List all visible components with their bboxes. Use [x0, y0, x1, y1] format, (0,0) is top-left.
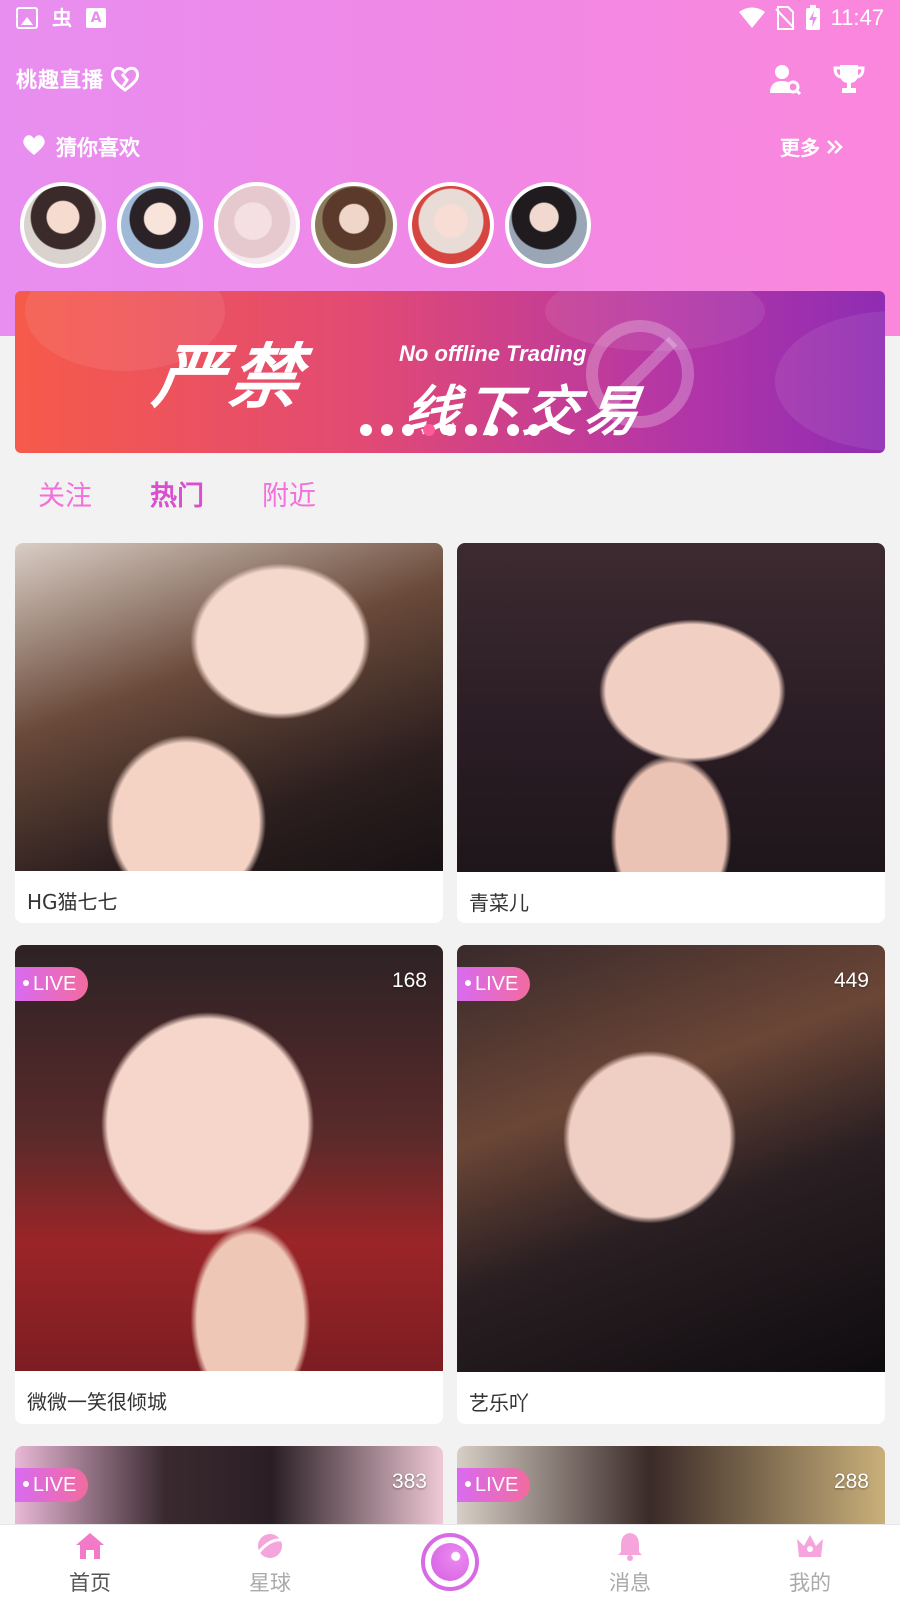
- bell-icon: [618, 1533, 642, 1561]
- tab-hot[interactable]: 热门: [150, 480, 204, 514]
- banner-pagination: [360, 424, 540, 436]
- nav-home[interactable]: 首页: [40, 1531, 140, 1597]
- nav-label: 首页: [69, 1571, 111, 1595]
- a-icon: A: [86, 8, 106, 28]
- avatar[interactable]: [505, 182, 591, 268]
- avatar[interactable]: [311, 182, 397, 268]
- viewer-count: 168: [391, 969, 427, 992]
- crown-icon: [797, 1535, 823, 1557]
- banner-dot[interactable]: [360, 424, 372, 436]
- viewer-count: 383: [391, 1470, 427, 1493]
- live-badge: LIVE: [15, 1468, 89, 1502]
- user-search-icon[interactable]: [768, 62, 802, 96]
- streamer-card[interactable]: LIVE 168 微微一笑很倾城: [15, 945, 443, 1424]
- banner-headline: 严禁: [148, 336, 312, 418]
- bug-icon: 虫: [52, 6, 72, 30]
- nav-label: 星球: [249, 1571, 291, 1595]
- streamer-name: 微微一笑很倾城: [27, 1390, 167, 1414]
- nav-planet[interactable]: 星球: [220, 1531, 320, 1597]
- guess-you-like-header: 猜你喜欢 更多: [22, 130, 878, 164]
- banner-dot[interactable]: [528, 424, 540, 436]
- heart-icon: [23, 135, 45, 155]
- streamer-card[interactable]: LIVE 449 艺乐吖: [457, 945, 885, 1424]
- banner-dot[interactable]: [486, 424, 498, 436]
- live-badge: LIVE: [457, 1468, 531, 1502]
- app-title: 桃趣直播: [16, 67, 104, 92]
- streamer-name: 青菜儿: [469, 891, 529, 915]
- streamer-photo: [457, 543, 885, 872]
- tab-nearby[interactable]: 附近: [262, 480, 316, 514]
- banner-dot[interactable]: [507, 424, 519, 436]
- streamer-card[interactable]: HG猫七七: [15, 543, 443, 923]
- live-badge: LIVE: [457, 967, 531, 1001]
- banner-english-text: No offline Trading: [399, 341, 587, 366]
- banner-dot[interactable]: [402, 424, 414, 436]
- banner-dot[interactable]: [465, 424, 477, 436]
- avatar[interactable]: [214, 182, 300, 268]
- nav-messages[interactable]: 消息: [580, 1531, 680, 1597]
- live-camera-icon[interactable]: [421, 1533, 479, 1591]
- logo-heart-icon: [110, 66, 140, 92]
- avatar[interactable]: [20, 182, 106, 268]
- streamer-photo: [15, 945, 443, 1371]
- clock: 11:47: [830, 5, 884, 30]
- header-background: [0, 0, 900, 336]
- home-icon: [76, 1533, 104, 1559]
- streamer-name: 艺乐吖: [469, 1391, 529, 1415]
- streamer-name: HG猫七七: [27, 890, 118, 914]
- viewer-count: 449: [833, 969, 869, 992]
- bottom-nav: 首页 星球 消息 我的: [0, 1524, 900, 1600]
- banner-dot[interactable]: [423, 424, 435, 436]
- more-link[interactable]: 更多: [780, 132, 844, 161]
- battery-charging-icon: [805, 5, 820, 30]
- feed-tabs: 关注 热门 附近: [38, 480, 316, 514]
- status-bar: 虫 A 11:47: [0, 0, 900, 38]
- nav-label: 消息: [609, 1571, 651, 1595]
- wifi-icon: [738, 7, 765, 28]
- banner-dot[interactable]: [381, 424, 393, 436]
- avatar[interactable]: [117, 182, 203, 268]
- banner-dot[interactable]: [444, 424, 456, 436]
- planet-icon: [257, 1534, 282, 1558]
- streamer-card[interactable]: 青菜儿: [457, 543, 885, 923]
- nav-me[interactable]: 我的: [760, 1531, 860, 1597]
- recommended-avatars: [20, 182, 591, 268]
- streamer-photo: [457, 945, 885, 1372]
- streamer-photo: [15, 543, 443, 871]
- more-label: 更多: [780, 136, 820, 160]
- image-icon: [16, 7, 38, 29]
- promo-banner[interactable]: 严禁 No offline Trading 线下交易: [15, 291, 885, 453]
- live-badge: LIVE: [15, 967, 89, 1001]
- no-sim-icon: [774, 6, 795, 30]
- tab-follow[interactable]: 关注: [38, 480, 92, 514]
- viewer-count: 288: [833, 1470, 869, 1493]
- guess-title: 猜你喜欢: [56, 136, 140, 160]
- avatar[interactable]: [408, 182, 494, 268]
- double-chevron-right-icon: [827, 139, 843, 154]
- nav-label: 我的: [789, 1571, 831, 1595]
- trophy-icon[interactable]: [832, 62, 866, 96]
